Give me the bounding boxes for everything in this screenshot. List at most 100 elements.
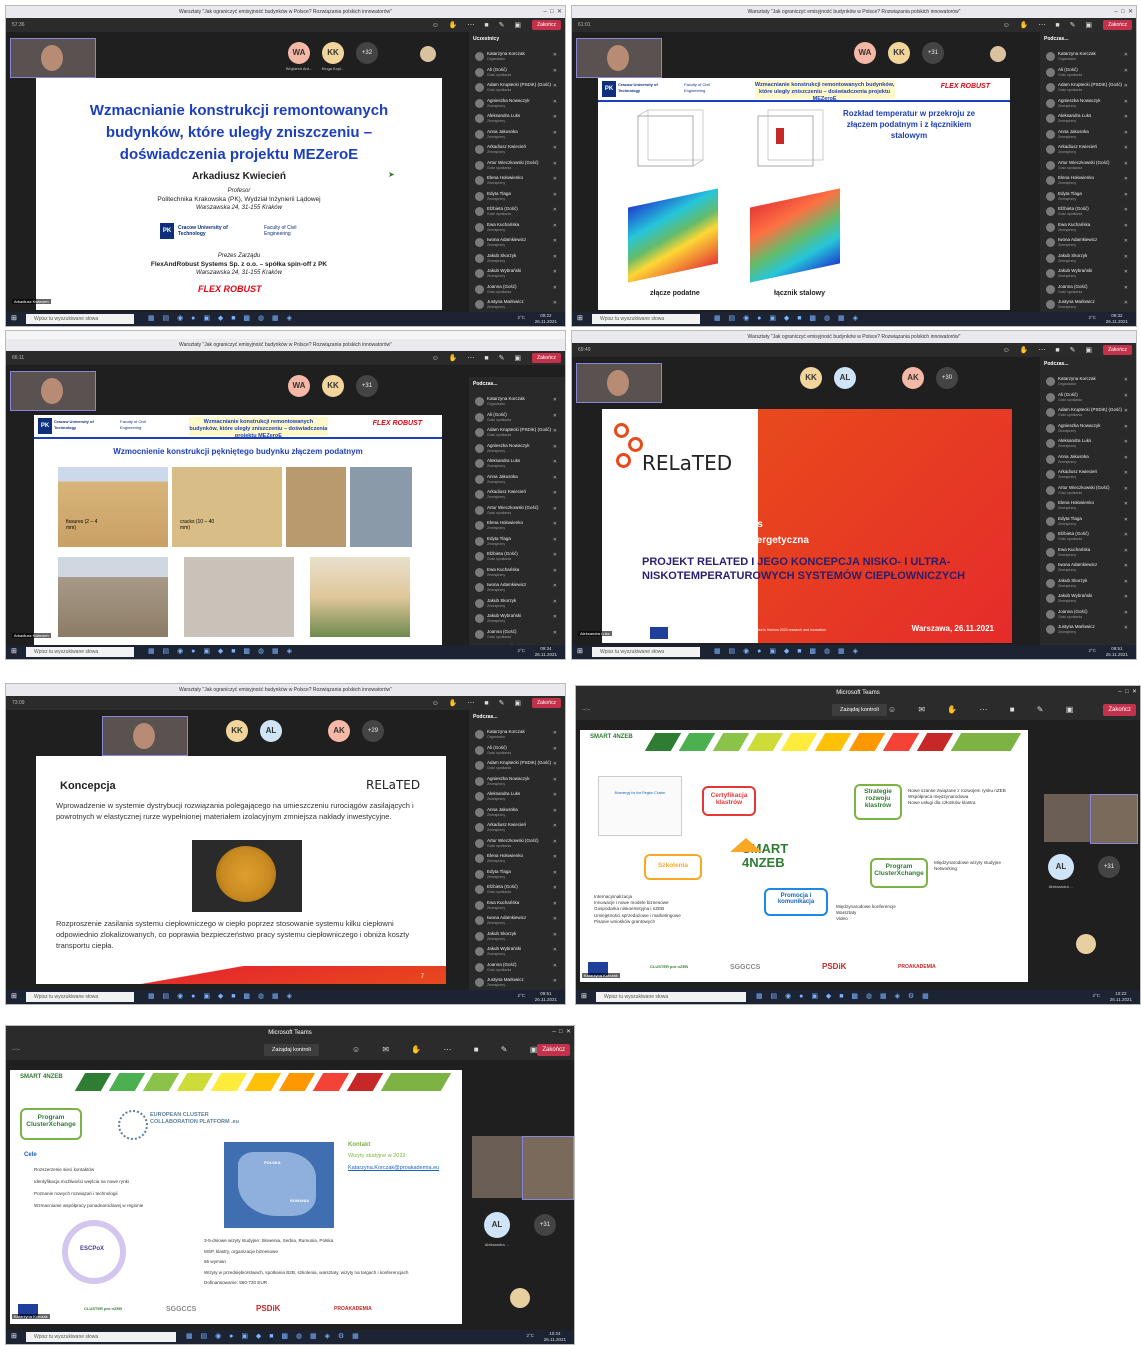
taskbar-apps-icon[interactable]: ▦ ▤ ◉ ● ▣ ◆ ■ ▩ ◍ ▦ ◈: [148, 314, 295, 322]
avatar[interactable]: AL: [484, 1212, 510, 1238]
participant-row[interactable]: Adam Kruptecki (PSDiK) (Gość) Gość spotka…: [1040, 406, 1136, 422]
participant-row[interactable]: Justyna MarłowiczZewnętrzny ✕: [469, 298, 565, 312]
participant-row[interactable]: Arkadiusz Kwiecień Zewnętrzny ✕: [469, 143, 565, 159]
participant-row[interactable]: Agnieszka Nowaczyk Zewnętrzny ✕: [469, 775, 565, 791]
taskbar-apps-icon[interactable]: ▦ ▤ ◉ ● ▣ ◆ ■ ▩ ◍ ▦ ◈: [714, 647, 861, 655]
participant-row[interactable]: Katarzyna Korczak Organizator ✕: [469, 728, 565, 744]
participant-row[interactable]: Iwona Adamkiewicz Zewnętrzny ✕: [469, 236, 565, 252]
participant-row[interactable]: Adam Kruptecki (PSDiK) (Gość) Gość spotka…: [1040, 81, 1136, 97]
participant-row[interactable]: Adam Kruptecki (PSDiK) (Gość) Gość spotka…: [469, 759, 565, 775]
participant-row[interactable]: Aleksandra Luks Zewnętrzny ✕: [469, 457, 565, 473]
more-participants[interactable]: +31: [1098, 856, 1120, 878]
participant-row[interactable]: Ali (Gość) Gość spotkania ✕: [469, 411, 565, 427]
taskbar-apps-icon[interactable]: ▦ ▤ ◉ ● ▣ ◆ ■ ▩ ◍ ▦ ◈: [148, 992, 295, 1000]
participant-row[interactable]: Katarzyna Korczak Organizator ✕: [469, 50, 565, 66]
participant-row[interactable]: Arkadiusz Kwiecień Zewnętrzny ✕: [1040, 468, 1136, 484]
participant-row[interactable]: Elżbieta (Gość) Gość spotkania ✕: [1040, 530, 1136, 546]
participant-row[interactable]: Anna Jakusnka Zewnętrzny ✕: [1040, 128, 1136, 144]
toolbar-icons[interactable]: ☺ ✋ ⋯ ■ ✎ ▣: [1003, 21, 1096, 29]
participant-row[interactable]: Joanna (Gość) Gość spotkania ✕: [469, 628, 565, 644]
participant-row[interactable]: Artur Wieczkowski (Gość) Gość spotkania ✕: [469, 159, 565, 175]
participant-row[interactable]: Elena Hołowienko Zewnętrzny ✕: [469, 852, 565, 868]
presenter-camera[interactable]: [576, 38, 662, 78]
participant-row[interactable]: Iwona Adamkiewicz Zewnętrzny ✕: [469, 914, 565, 930]
taskbar-search[interactable]: Wpisz tu wyszukiwane słowa: [592, 314, 700, 324]
taskbar-search[interactable]: Wpisz tu wyszukiwane słowa: [26, 647, 134, 657]
participant-row[interactable]: Elena Hołowienko Zewnętrzny ✕: [469, 519, 565, 535]
participant-row[interactable]: Arkadiusz Kwiecień Zewnętrzny ✕: [469, 488, 565, 504]
windows-start-icon[interactable]: ⊞: [577, 648, 585, 656]
participant-row[interactable]: Artur Wieczkowski (Gość) Gość spotkania ✕: [1040, 484, 1136, 500]
participant-row[interactable]: Jakub Wybrański Zewnętrzny ✕: [1040, 267, 1136, 283]
participant-row[interactable]: Iwona Adamkiewicz Zewnętrzny ✕: [469, 581, 565, 597]
leave-button[interactable]: Zakończ: [537, 1044, 570, 1056]
participant-row[interactable]: Anna Jakusnka Zewnętrzny ✕: [469, 806, 565, 822]
participant-row[interactable]: Ali (Gość) Gość spotkania ✕: [1040, 391, 1136, 407]
participant-row[interactable]: Elżbieta (Gość) Gość spotkania ✕: [469, 205, 565, 221]
windows-start-icon[interactable]: ⊞: [11, 1333, 19, 1341]
toolbar-icons[interactable]: ☺ ✋ ⋯ ■ ✎ ▣: [432, 354, 525, 362]
more-participants[interactable]: +31: [922, 42, 944, 64]
more-participants[interactable]: +30: [936, 367, 958, 389]
avatar[interactable]: WA: [854, 42, 876, 64]
participant-row[interactable]: Artur Wieczkowski (Gość) Gość spotkania ✕: [469, 504, 565, 520]
participant-row[interactable]: Ewa Kuchańska Zewnętrzny ✕: [1040, 546, 1136, 562]
participant-row[interactable]: Ewa Kuchańska Zewnętrzny ✕: [469, 899, 565, 915]
participant-row[interactable]: Jakub Skorzyk Zewnętrzny ✕: [469, 252, 565, 268]
participant-row[interactable]: Agnieszka Nowaczyk Zewnętrzny ✕: [1040, 97, 1136, 113]
window-controls[interactable]: – □ ✕: [543, 6, 562, 18]
participant-row[interactable]: Edyta Tlaga Zewnętrzny ✕: [1040, 515, 1136, 531]
participant-row[interactable]: Artur Wieczkowski (Gość) Gość spotkania ✕: [469, 837, 565, 853]
participant-row[interactable]: Aleksandra Luks Zewnętrzny ✕: [1040, 437, 1136, 453]
windows-start-icon[interactable]: ⊞: [581, 993, 589, 1001]
windows-start-icon[interactable]: ⊞: [577, 315, 585, 323]
avatar[interactable]: KK: [800, 367, 822, 389]
participant-row[interactable]: Aleksandra Luks Zewnętrzny ✕: [469, 790, 565, 806]
presenter-camera[interactable]: [102, 716, 188, 756]
participant-row[interactable]: Anna Jakusnka Zewnętrzny ✕: [1040, 453, 1136, 469]
participant-row[interactable]: Ali (Gość) Gość spotkania ✕: [469, 66, 565, 82]
taskbar-search[interactable]: Wpisz tu wyszukiwane słowa: [26, 314, 134, 324]
window-controls[interactable]: – □ ✕: [1114, 6, 1133, 18]
avatar[interactable]: WA: [288, 375, 310, 397]
more-participants[interactable]: +31: [356, 375, 378, 397]
avatar[interactable]: AL: [834, 367, 856, 389]
taskbar-search[interactable]: Wpisz tu wyszukiwane słowa: [596, 992, 746, 1002]
participant-row[interactable]: Justyna MarłowiczZewnętrzny ✕: [1040, 623, 1136, 639]
participant-row[interactable]: Anna Jakusnka Zewnętrzny ✕: [469, 473, 565, 489]
participant-row[interactable]: Adam Kruptecki (PSDiK) (Gość) Gość spotka…: [469, 81, 565, 97]
participant-row[interactable]: Arkadiusz Kwiecień Zewnętrzny ✕: [469, 821, 565, 837]
participant-row[interactable]: Joanna (Gość) Gość spotkania ✕: [469, 283, 565, 299]
windows-start-icon[interactable]: ⊞: [11, 993, 19, 1001]
presenter-camera[interactable]: [10, 38, 96, 78]
participant-row[interactable]: Justyna MarłowiczZewnętrzny ✕: [1040, 298, 1136, 312]
participant-row[interactable]: Agnieszka Nowaczyk Zewnętrzny ✕: [1040, 422, 1136, 438]
leave-button[interactable]: Zakończ: [1103, 20, 1132, 30]
participant-row[interactable]: Katarzyna Korczak Organizator ✕: [1040, 375, 1136, 391]
participant-row[interactable]: Jakub Skorzyk Zewnętrzny ✕: [1040, 252, 1136, 268]
contact-email[interactable]: Katarzyna.Korczak@proakademia.eu: [348, 1165, 439, 1171]
camera-tile[interactable]: [1090, 794, 1138, 844]
more-participants[interactable]: +31: [534, 1214, 556, 1236]
participant-row[interactable]: Katarzyna Korczak Organizator ✕: [469, 395, 565, 411]
participant-row[interactable]: Jakub Wybrański Zewnętrzny ✕: [1040, 592, 1136, 608]
participant-row[interactable]: Elżbieta (Gość) Gość spotkania ✕: [469, 550, 565, 566]
participant-row[interactable]: Ali (Gość) Gość spotkania ✕: [469, 744, 565, 760]
participant-row[interactable]: Iwona Adamkiewicz Zewnętrzny ✕: [1040, 561, 1136, 577]
avatar[interactable]: AK: [328, 720, 350, 742]
participant-row[interactable]: Elena Hołowienko Zewnętrzny ✕: [469, 174, 565, 190]
participant-row[interactable]: Artur Wieczkowski (Gość) Gość spotkania ✕: [1040, 159, 1136, 175]
participant-row[interactable]: Ewa Kuchańska Zewnętrzny ✕: [1040, 221, 1136, 237]
participant-row[interactable]: Jakub Skorzyk Zewnętrzny ✕: [469, 930, 565, 946]
toolbar-icons[interactable]: ☺ ✋ ⋯ ■ ✎ ▣: [432, 21, 525, 29]
participant-row[interactable]: Adam Kruptecki (PSDiK) (Gość) Gość spotka…: [469, 426, 565, 442]
request-control-button[interactable]: Zażądaj kontroli: [832, 704, 887, 716]
more-participants[interactable]: +29: [362, 720, 384, 742]
participant-row[interactable]: Aleksandra Luks Zewnętrzny ✕: [469, 112, 565, 128]
participant-row[interactable]: Elżbieta (Gość) Gość spotkania ✕: [469, 883, 565, 899]
participant-row[interactable]: Ali (Gość) Gość spotkania ✕: [1040, 66, 1136, 82]
leave-button[interactable]: Zakończ: [1103, 345, 1132, 355]
participant-row[interactable]: Aleksandra Luks Zewnętrzny ✕: [1040, 112, 1136, 128]
participant-row[interactable]: Anna Jakusnka Zewnętrzny ✕: [469, 128, 565, 144]
participant-row[interactable]: Joanna (Gość) Gość spotkania ✕: [469, 961, 565, 977]
